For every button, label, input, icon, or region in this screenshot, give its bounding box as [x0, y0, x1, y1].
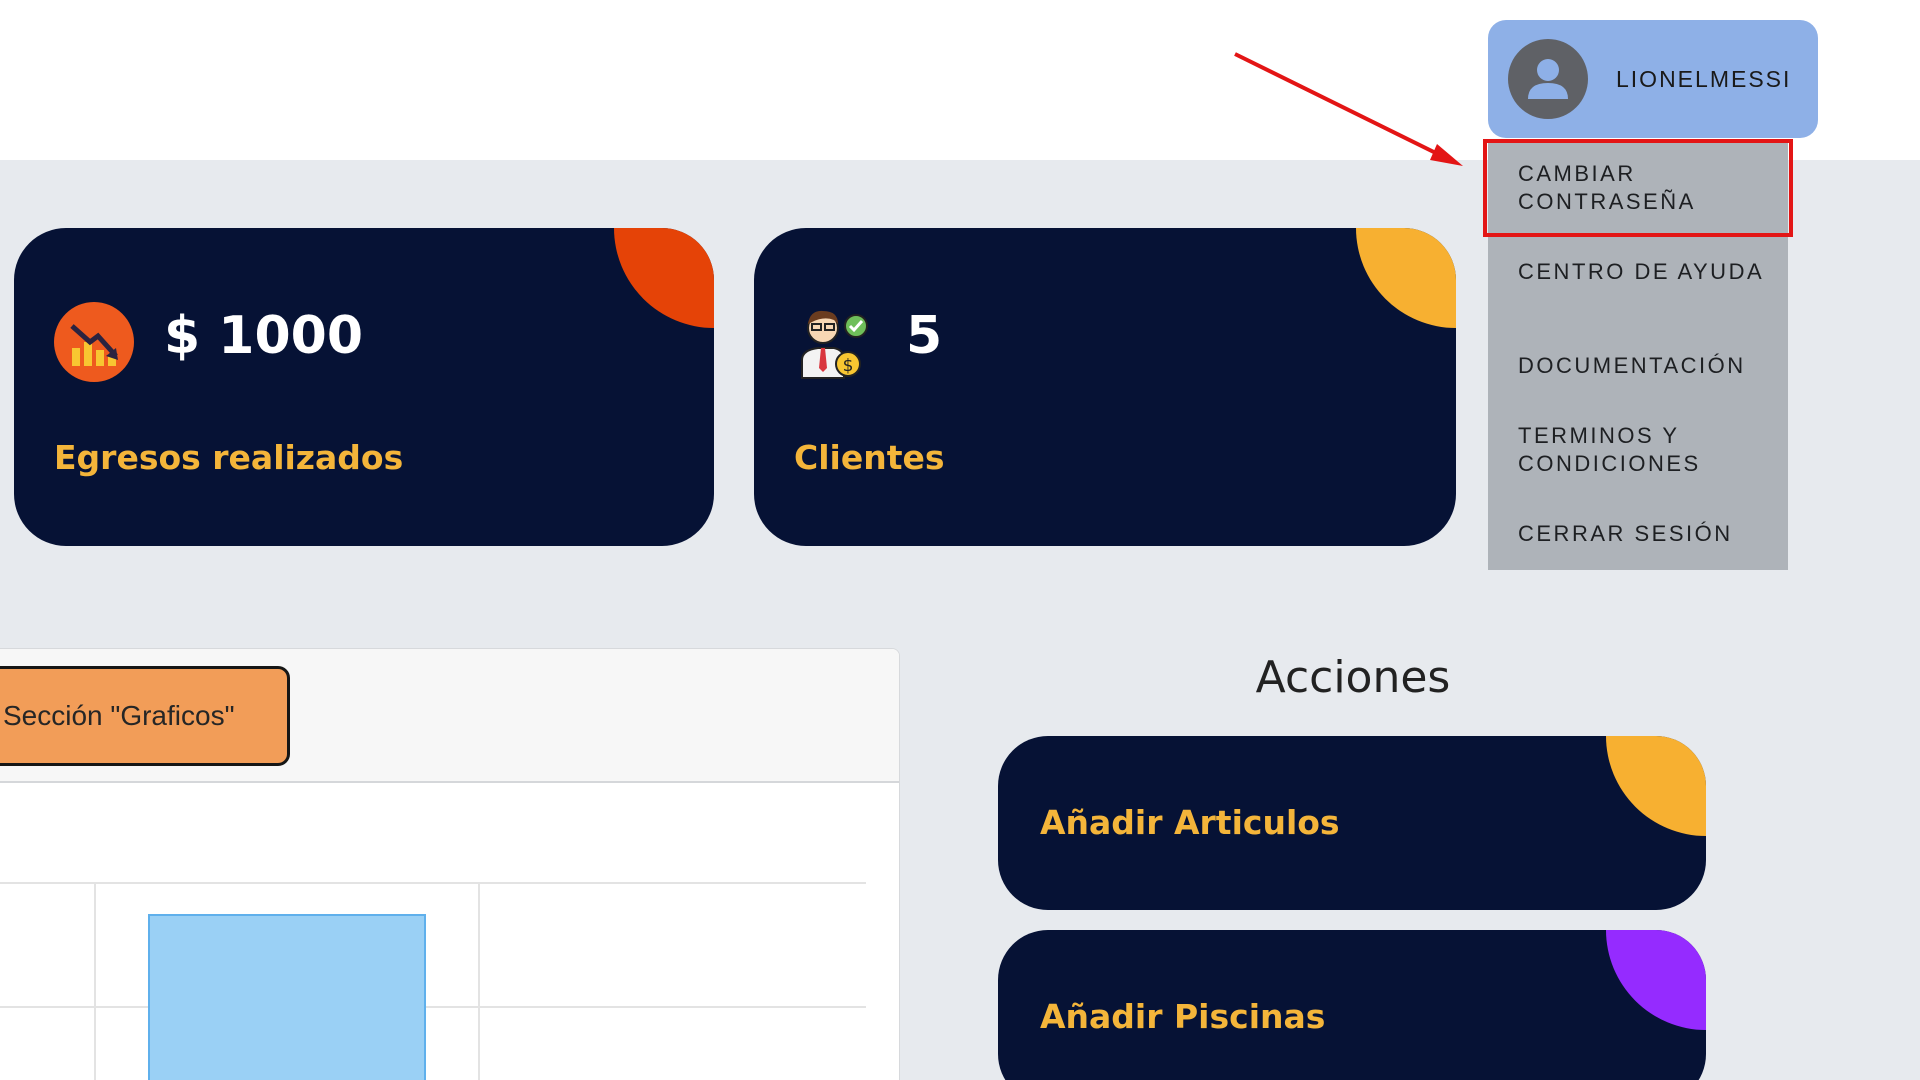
menu-item-help-center[interactable]: CENTRO DE AYUDA — [1518, 258, 1778, 286]
user-avatar-icon — [1508, 39, 1588, 119]
annotation-arrow — [1234, 52, 1463, 166]
graph-bar — [148, 914, 426, 1080]
graphs-section-button[interactable]: Sección "Graficos" — [0, 666, 290, 766]
card-accent — [1606, 736, 1706, 836]
expenses-label: Egresos realizados — [54, 438, 404, 477]
user-name: LIONELMESSI — [1616, 66, 1792, 92]
card-accent — [614, 228, 714, 328]
add-articles-label: Añadir Articulos — [1040, 803, 1340, 842]
expenses-chart-icon — [54, 302, 134, 382]
stat-card-expenses: $ 1000 Egresos realizados — [14, 228, 714, 546]
svg-text:$: $ — [843, 356, 854, 376]
user-menu-button[interactable]: LIONELMESSI — [1488, 20, 1818, 138]
menu-item-documentation[interactable]: DOCUMENTACIÓN — [1518, 352, 1778, 380]
menu-item-logout[interactable]: CERRAR SESIÓN — [1518, 520, 1778, 548]
menu-item-terms[interactable]: TERMINOS Y CONDICIONES — [1518, 422, 1778, 478]
add-pools-label: Añadir Piscinas — [1040, 997, 1326, 1036]
actions-title: Acciones — [1255, 652, 1451, 703]
client-money-icon: $ — [794, 302, 874, 382]
clients-value: 5 — [906, 306, 943, 366]
add-pools-button[interactable]: Añadir Piscinas — [998, 930, 1706, 1080]
clients-label: Clientes — [794, 438, 945, 477]
graph-area — [0, 882, 866, 1080]
card-accent — [1606, 930, 1706, 1030]
stat-card-clients: $ 5 Clientes — [754, 228, 1456, 546]
highlight-box — [1483, 139, 1793, 237]
add-articles-button[interactable]: Añadir Articulos — [998, 736, 1706, 910]
card-accent — [1356, 228, 1456, 328]
expenses-value: $ 1000 — [164, 306, 364, 366]
